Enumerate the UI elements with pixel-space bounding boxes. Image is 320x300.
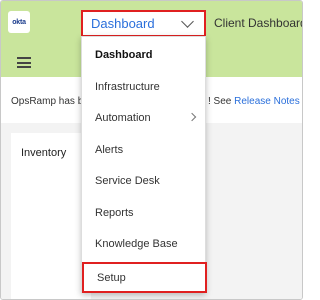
dashboard-dropdown-menu: Dashboard Infrastructure Automation Aler…	[81, 36, 207, 293]
chevron-right-icon	[187, 112, 197, 122]
menu-item-label: Dashboard	[95, 48, 153, 61]
dashboard-selector-label: Dashboard	[91, 16, 155, 31]
menu-item-label: Setup	[97, 271, 126, 284]
chevron-down-icon	[181, 14, 194, 28]
dashboard-selector[interactable]: Dashboard	[81, 10, 206, 37]
menu-item-label: Infrastructure	[95, 80, 160, 93]
menu-item-automation[interactable]: Automation	[82, 102, 207, 133]
menu-item-knowledge-base[interactable]: Knowledge Base	[82, 228, 207, 259]
menu-item-service-desk[interactable]: Service Desk	[82, 165, 207, 196]
hamburger-menu-icon[interactable]	[17, 57, 31, 68]
menu-item-label: Service Desk	[95, 174, 160, 187]
inventory-title: Inventory	[21, 147, 67, 159]
notice-text-prefix: OpsRamp has b	[11, 96, 84, 107]
notice-see-text: ! See	[208, 96, 235, 107]
app-window: okta Dashboard Client Dashboard OpsRamp …	[0, 0, 303, 300]
menu-item-label: Alerts	[95, 143, 124, 156]
client-dashboard-link[interactable]: Client Dashboard	[214, 16, 302, 30]
menu-item-setup[interactable]: Setup	[82, 262, 207, 293]
okta-logo[interactable]: okta	[8, 11, 30, 33]
menu-item-label: Automation	[95, 111, 151, 124]
menu-item-alerts[interactable]: Alerts	[82, 134, 207, 165]
notice-after-link-text: fo	[300, 96, 302, 107]
menu-item-label: Knowledge Base	[95, 237, 178, 250]
notice-text-suffix: ! See Release Notes fo	[208, 96, 302, 107]
menu-item-infrastructure[interactable]: Infrastructure	[82, 71, 207, 102]
release-notes-link[interactable]: Release Notes	[234, 96, 300, 107]
menu-item-label: Reports	[95, 206, 134, 219]
menu-item-dashboard[interactable]: Dashboard	[82, 39, 207, 70]
menu-item-reports[interactable]: Reports	[82, 197, 207, 228]
